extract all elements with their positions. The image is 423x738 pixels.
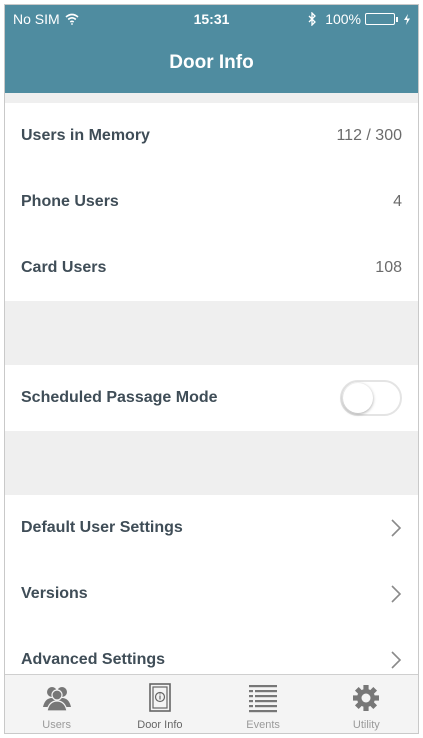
- app-screen: No SIM 15:31 100% Door Info Users in Mem…: [4, 4, 419, 734]
- passage-mode-row: Scheduled Passage Mode: [5, 365, 418, 431]
- info-row-phone-users: Phone Users 4: [5, 169, 418, 235]
- row-value: 108: [375, 259, 402, 276]
- row-label: Versions: [21, 585, 88, 602]
- status-right: 100%: [308, 11, 410, 27]
- battery-icon: [365, 13, 398, 25]
- section-spacer: [5, 93, 418, 103]
- status-bar: No SIM 15:31 100%: [5, 5, 418, 33]
- tab-label: Events: [246, 719, 280, 731]
- door-info-icon: [149, 683, 171, 712]
- header: No SIM 15:31 100% Door Info: [5, 5, 418, 93]
- info-row-users-in-memory: Users in Memory 112 / 300: [5, 103, 418, 169]
- section-spacer: [5, 301, 418, 365]
- passage-mode-toggle[interactable]: [340, 380, 402, 416]
- row-label: Users in Memory: [21, 127, 150, 144]
- gear-icon: [353, 685, 380, 711]
- tab-door-info[interactable]: Door Info: [108, 675, 211, 733]
- info-row-card-users: Card Users 108: [5, 235, 418, 301]
- bluetooth-icon: [308, 12, 317, 26]
- door-info-list: Users in Memory 112 / 300 Phone Users 4 …: [5, 93, 418, 693]
- tab-label: Users: [42, 719, 71, 731]
- charging-bolt-icon: [404, 13, 410, 25]
- tab-bar: Users Door Info Events Utility: [5, 674, 418, 733]
- menu-row-default-user-settings[interactable]: Default User Settings: [5, 495, 418, 561]
- chevron-right-icon: [391, 519, 402, 537]
- tab-events[interactable]: Events: [212, 675, 315, 733]
- battery-percent: 100%: [325, 11, 361, 27]
- row-label: Advanced Settings: [21, 651, 166, 668]
- toggle-knob: [343, 383, 373, 413]
- section-spacer: [5, 431, 418, 495]
- page-title: Door Info: [169, 52, 254, 73]
- menu-row-versions[interactable]: Versions: [5, 561, 418, 627]
- row-value: 4: [393, 193, 402, 210]
- events-list-icon: [249, 685, 278, 713]
- users-icon: [42, 687, 71, 712]
- tab-label: Door Info: [137, 719, 183, 731]
- row-label: Phone Users: [21, 193, 119, 210]
- tab-utility[interactable]: Utility: [315, 675, 418, 733]
- tab-users[interactable]: Users: [5, 675, 108, 733]
- tab-label: Utility: [352, 719, 380, 731]
- row-label: Default User Settings: [21, 519, 183, 536]
- chevron-right-icon: [391, 651, 402, 669]
- row-label: Card Users: [21, 259, 107, 276]
- chevron-right-icon: [391, 585, 402, 603]
- row-value: 112 / 300: [336, 127, 402, 144]
- passage-mode-label: Scheduled Passage Mode: [21, 389, 218, 406]
